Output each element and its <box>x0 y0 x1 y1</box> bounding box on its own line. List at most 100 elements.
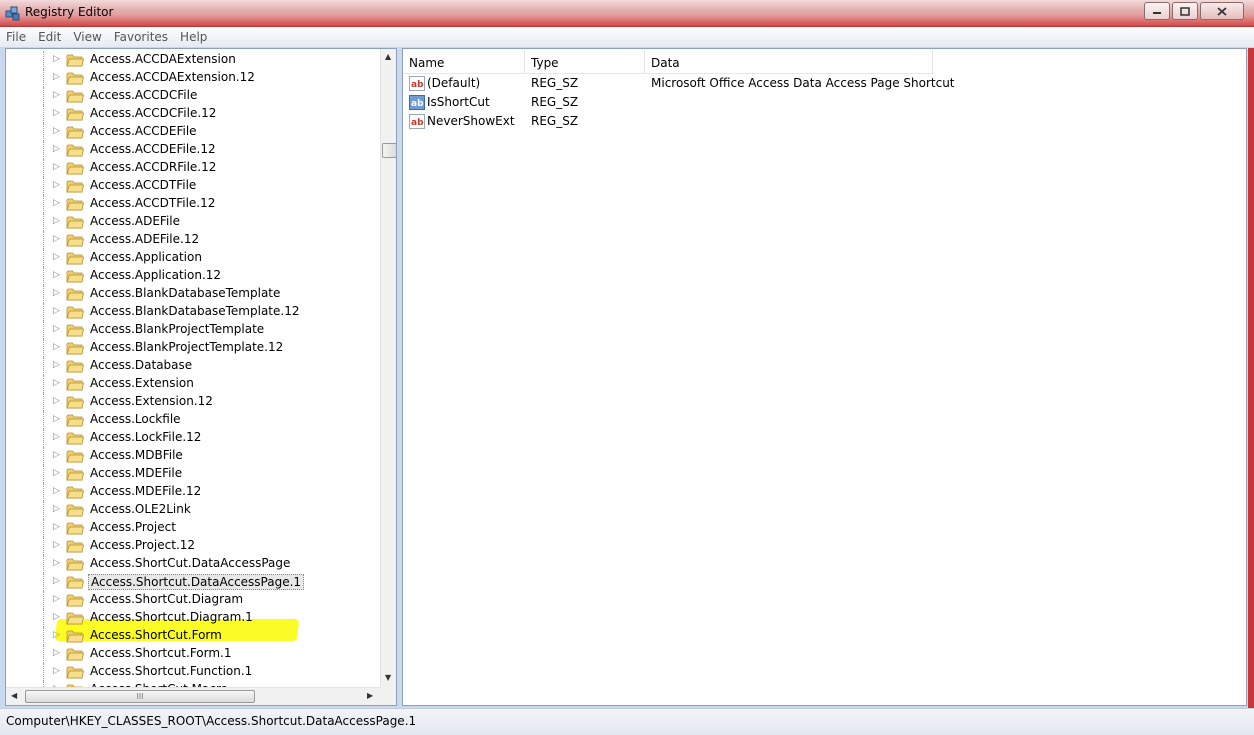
tree-item[interactable]: ▷ Access.ACCDRFile.12 <box>6 159 381 177</box>
tree-item[interactable]: ▷ Access.Application.12 <box>6 267 381 285</box>
tree-item[interactable]: ▷ Access.ACCDTFile <box>6 177 381 195</box>
column-header-type[interactable]: Type <box>525 51 645 73</box>
value-row[interactable]: ab IsShortCut REG_SZ <box>403 93 1246 112</box>
tree-item[interactable]: ▷ Access.Database <box>6 357 381 375</box>
expand-arrow-icon[interactable]: ▷ <box>53 252 60 262</box>
scroll-right-icon[interactable]: ▶ <box>367 691 373 700</box>
close-button[interactable] <box>1200 2 1244 20</box>
expand-arrow-icon[interactable]: ▷ <box>53 126 60 136</box>
expand-arrow-icon[interactable]: ▷ <box>53 234 60 244</box>
menu-view[interactable]: View <box>67 27 107 47</box>
tree-item[interactable]: ▷ Access.Extension.12 <box>6 393 381 411</box>
expand-arrow-icon[interactable]: ▷ <box>53 216 60 226</box>
tree-item[interactable]: ▷ Access.ShortCut.Form <box>6 627 381 645</box>
expand-arrow-icon[interactable]: ▷ <box>53 360 60 370</box>
expand-arrow-icon[interactable]: ▷ <box>53 666 60 676</box>
vertical-scroll-thumb[interactable] <box>382 143 396 158</box>
tree-item[interactable]: ▷ Access.ShortCut.Diagram <box>6 591 381 609</box>
tree-item[interactable]: ▷ Access.ACCDCFile.12 <box>6 105 381 123</box>
tree-item[interactable]: ▷ Access.Lockfile <box>6 411 381 429</box>
tree-item[interactable]: ▷ Access.ShortCut.DataAccessPage <box>6 555 381 573</box>
expand-arrow-icon[interactable]: ▷ <box>53 198 60 208</box>
tree-item-label: Access.Extension <box>90 376 194 390</box>
tree-item[interactable]: ▷ Access.Shortcut.Diagram.1 <box>6 609 381 627</box>
tree-item[interactable]: ▷ Access.MDEFile <box>6 465 381 483</box>
expand-arrow-icon[interactable]: ▷ <box>53 324 60 334</box>
expand-arrow-icon[interactable]: ▷ <box>53 396 60 406</box>
window-controls <box>1144 2 1244 20</box>
menu-help[interactable]: Help <box>174 27 213 47</box>
expand-arrow-icon[interactable]: ▷ <box>53 504 60 514</box>
expand-arrow-icon[interactable]: ▷ <box>53 486 60 496</box>
expand-arrow-icon[interactable]: ▷ <box>53 522 60 532</box>
expand-arrow-icon[interactable]: ▷ <box>53 144 60 154</box>
values-pane[interactable]: Name Type Data ab (Default) REG_SZ Micro… <box>402 48 1247 706</box>
tree-item-label: Access.Application.12 <box>90 268 222 282</box>
scroll-up-icon[interactable]: ▲ <box>385 52 391 61</box>
tree-item[interactable]: ▷ Access.BlankProjectTemplate <box>6 321 381 339</box>
expand-arrow-icon[interactable]: ▷ <box>53 162 60 172</box>
column-header-name[interactable]: Name <box>403 51 525 73</box>
scroll-left-icon[interactable]: ◀ <box>11 691 17 700</box>
tree-item[interactable]: ▷ Access.ACCDAExtension.12 <box>6 69 381 87</box>
value-row[interactable]: ab NeverShowExt REG_SZ <box>403 112 1246 131</box>
tree-item[interactable]: ▷ Access.ACCDAExtension <box>6 51 381 69</box>
expand-arrow-icon[interactable]: ▷ <box>53 270 60 280</box>
tree-item-label: Access.MDBFile <box>90 448 183 462</box>
expand-arrow-icon[interactable]: ▷ <box>53 594 60 604</box>
expand-arrow-icon[interactable]: ▷ <box>53 432 60 442</box>
tree-item[interactable]: ▷ Access.Extension <box>6 375 381 393</box>
expand-arrow-icon[interactable]: ▷ <box>53 576 60 586</box>
expand-arrow-icon[interactable]: ▷ <box>53 450 60 460</box>
expand-arrow-icon[interactable]: ▷ <box>53 108 60 118</box>
tree-item[interactable]: ▷ Access.Shortcut.DataAccessPage.1 <box>6 573 381 591</box>
tree-item[interactable]: ▷ Access.ADEFile <box>6 213 381 231</box>
tree-item[interactable]: ▷ Access.ACCDEFile <box>6 123 381 141</box>
tree-item[interactable]: ▷ Access.ACCDTFile.12 <box>6 195 381 213</box>
expand-arrow-icon[interactable]: ▷ <box>53 90 60 100</box>
expand-arrow-icon[interactable]: ▷ <box>53 180 60 190</box>
expand-arrow-icon[interactable]: ▷ <box>53 414 60 424</box>
tree-item[interactable]: ▷ Access.Project <box>6 519 381 537</box>
menu-edit[interactable]: Edit <box>32 27 67 47</box>
column-header-data[interactable]: Data <box>645 51 933 73</box>
menu-file[interactable]: File <box>0 27 32 47</box>
expand-arrow-icon[interactable]: ▷ <box>53 612 60 622</box>
tree-item[interactable]: ▷ Access.BlankProjectTemplate.12 <box>6 339 381 357</box>
menu-favorites[interactable]: Favorites <box>108 27 174 47</box>
expand-arrow-icon[interactable]: ▷ <box>53 342 60 352</box>
expand-arrow-icon[interactable]: ▷ <box>53 468 60 478</box>
horizontal-scroll-thumb[interactable]: III <box>25 690 255 703</box>
tree-item[interactable]: ▷ Access.ACCDEFile.12 <box>6 141 381 159</box>
tree-vertical-scrollbar[interactable]: ▲ ▼ <box>380 49 396 687</box>
expand-arrow-icon[interactable]: ▷ <box>53 378 60 388</box>
tree-horizontal-scrollbar[interactable]: ◀ III ▶ <box>6 687 380 705</box>
value-row[interactable]: ab (Default) REG_SZ Microsoft Office Acc… <box>403 74 1246 93</box>
expand-arrow-icon[interactable]: ▷ <box>53 630 60 640</box>
expand-arrow-icon[interactable]: ▷ <box>53 648 60 658</box>
tree-item[interactable]: ▷ Access.Shortcut.Function.1 <box>6 663 381 681</box>
tree-item[interactable]: ▷ Access.LockFile.12 <box>6 429 381 447</box>
expand-arrow-icon[interactable]: ▷ <box>53 306 60 316</box>
tree-item[interactable]: ▷ Access.MDBFile <box>6 447 381 465</box>
tree-item[interactable]: ▷ Access.Application <box>6 249 381 267</box>
tree-item[interactable]: ▷ Access.BlankDatabaseTemplate <box>6 285 381 303</box>
scroll-down-icon[interactable]: ▼ <box>385 673 391 682</box>
tree-item[interactable]: ▷ Access.Shortcut.Form.1 <box>6 645 381 663</box>
expand-arrow-icon[interactable]: ▷ <box>53 558 60 568</box>
maximize-button[interactable] <box>1172 2 1198 20</box>
key-tree-pane[interactable]: ▷ Access.ACCDAExtension ▷ Access.ACCDAExten… <box>5 48 397 706</box>
tree-item[interactable]: ▷ Access.MDEFile.12 <box>6 483 381 501</box>
expand-arrow-icon[interactable]: ▷ <box>53 72 60 82</box>
tree-item[interactable]: ▷ Access.ACCDCFile <box>6 87 381 105</box>
minimize-button[interactable] <box>1144 2 1170 20</box>
folder-icon <box>66 540 84 553</box>
expand-arrow-icon[interactable]: ▷ <box>53 288 60 298</box>
tree-item-label: Access.Project <box>90 520 176 534</box>
tree-item[interactable]: ▷ Access.Project.12 <box>6 537 381 555</box>
tree-item[interactable]: ▷ Access.BlankDatabaseTemplate.12 <box>6 303 381 321</box>
tree-item[interactable]: ▷ Access.ADEFile.12 <box>6 231 381 249</box>
tree-item[interactable]: ▷ Access.OLE2Link <box>6 501 381 519</box>
expand-arrow-icon[interactable]: ▷ <box>53 540 60 550</box>
expand-arrow-icon[interactable]: ▷ <box>53 54 60 64</box>
